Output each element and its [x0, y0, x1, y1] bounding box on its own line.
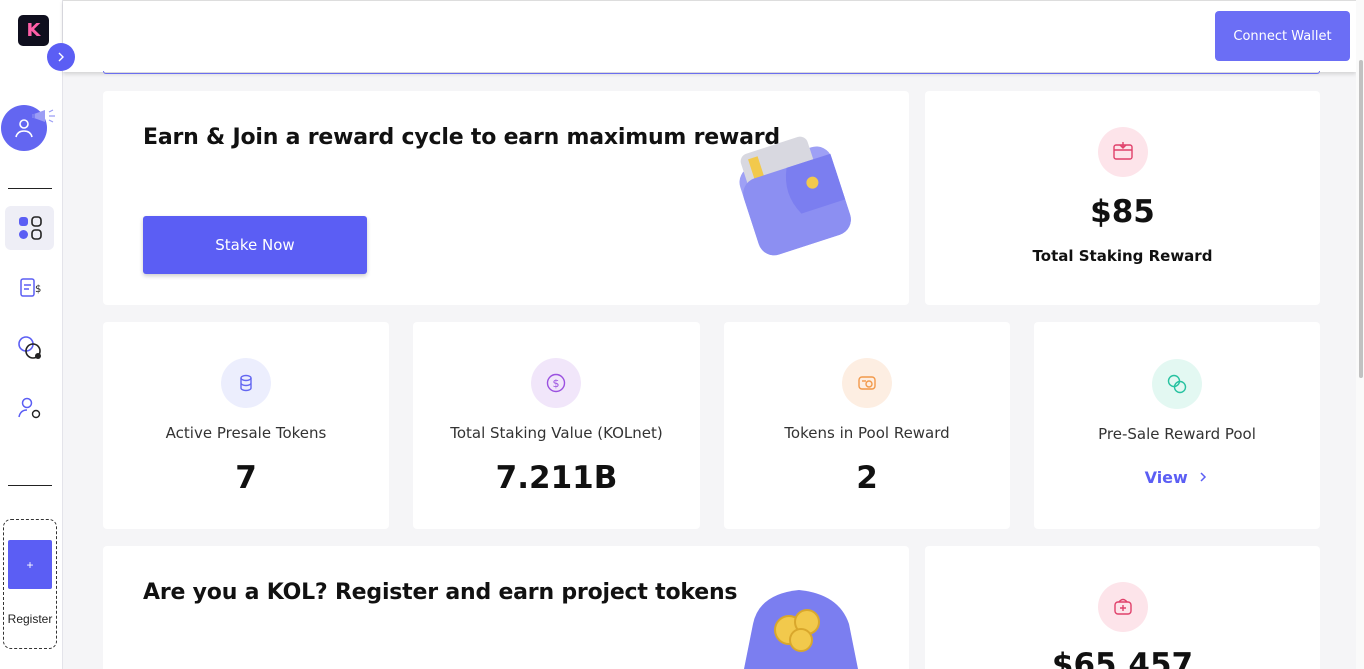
clipboard-dollar-icon: $ [19, 278, 41, 297]
coins-icon [240, 374, 252, 392]
stat-value: 7.211B [495, 460, 618, 496]
megaphone-icon [32, 109, 55, 123]
money-bag-illustration [744, 590, 858, 669]
hero-title: Earn & Join a reward cycle to earn maxim… [143, 125, 780, 150]
svg-text:$: $ [553, 377, 560, 390]
app-logo[interactable]: K [18, 15, 49, 46]
stat-label: Active Presale Tokens [165, 424, 327, 442]
view-pool-link[interactable]: View [1034, 468, 1320, 487]
stat-label: Pre-Sale Reward Pool [1098, 425, 1256, 443]
bottom-reward-value: $65,457 [1051, 647, 1194, 669]
sidebar-item-staking[interactable]: $ [5, 266, 54, 310]
bottom-reward-card: $65,457 [925, 546, 1320, 669]
stat-card-tokens-in-pool: Tokens in Pool Reward 2 [724, 322, 1010, 529]
stat-icon-badge [842, 358, 892, 408]
sidebar-item-users[interactable] [5, 386, 54, 430]
connect-wallet-button[interactable]: Connect Wallet [1215, 11, 1350, 61]
stat-value: 7 [235, 460, 257, 496]
kol-register-card: Are you a KOL? Register and earn project… [103, 546, 909, 669]
view-link-label: View [1144, 468, 1188, 487]
header-accent-line [103, 71, 1320, 74]
chevron-right-icon [1200, 472, 1207, 482]
dollar-circle-icon: $ [546, 373, 566, 393]
total-reward-value: $85 [1090, 194, 1155, 230]
link-rings-icon [17, 336, 41, 359]
sidebar: K $ + Register [0, 0, 63, 669]
wallet-illustration [739, 136, 851, 256]
reward-icon-badge [1098, 582, 1148, 632]
scrollbar-thumb[interactable] [1359, 60, 1363, 378]
sidebar-toggle-button[interactable] [47, 43, 75, 71]
wallet-plus-icon [1114, 598, 1132, 615]
reward-icon-badge [1098, 127, 1148, 177]
total-reward-card: $85 Total Staking Reward [925, 91, 1320, 305]
stat-icon-badge: $ [531, 358, 581, 408]
stat-value: 2 [856, 460, 878, 496]
dashboard-grid-icon [18, 216, 42, 240]
sidebar-item-dashboard[interactable] [5, 206, 54, 250]
stat-card-presale-reward-pool: Pre-Sale Reward Pool View [1034, 322, 1320, 529]
pool-coins-icon [858, 376, 876, 390]
register-panel: + Register [3, 519, 57, 649]
total-reward-label: Total Staking Reward [1032, 247, 1213, 265]
chain-link-icon [1167, 374, 1187, 394]
user-settings-icon [17, 397, 40, 419]
svg-text:$: $ [35, 284, 41, 295]
stake-now-button[interactable]: Stake Now [143, 216, 367, 274]
hero-card: Earn & Join a reward cycle to earn maxim… [103, 91, 909, 305]
kol-title: Are you a KOL? Register and earn project… [143, 580, 738, 605]
logo-letter: K [26, 20, 41, 41]
register-label: Register [7, 612, 53, 626]
chevron-right-icon [58, 52, 64, 62]
stat-card-active-presale: Active Presale Tokens 7 [103, 322, 389, 529]
stat-card-total-staking-value: $ Total Staking Value (KOLnet) 7.211B [413, 322, 700, 529]
register-button[interactable]: + [8, 540, 52, 589]
card-download-icon [1113, 142, 1133, 160]
stat-icon-badge [1152, 359, 1202, 409]
top-header [63, 0, 1356, 72]
sidebar-divider [8, 485, 52, 486]
stat-label: Total Staking Value (KOLnet) [450, 424, 663, 442]
sidebar-item-pools[interactable] [5, 326, 54, 370]
stat-label: Tokens in Pool Reward [784, 424, 950, 442]
sidebar-divider [8, 188, 52, 189]
stat-icon-badge [221, 358, 271, 408]
